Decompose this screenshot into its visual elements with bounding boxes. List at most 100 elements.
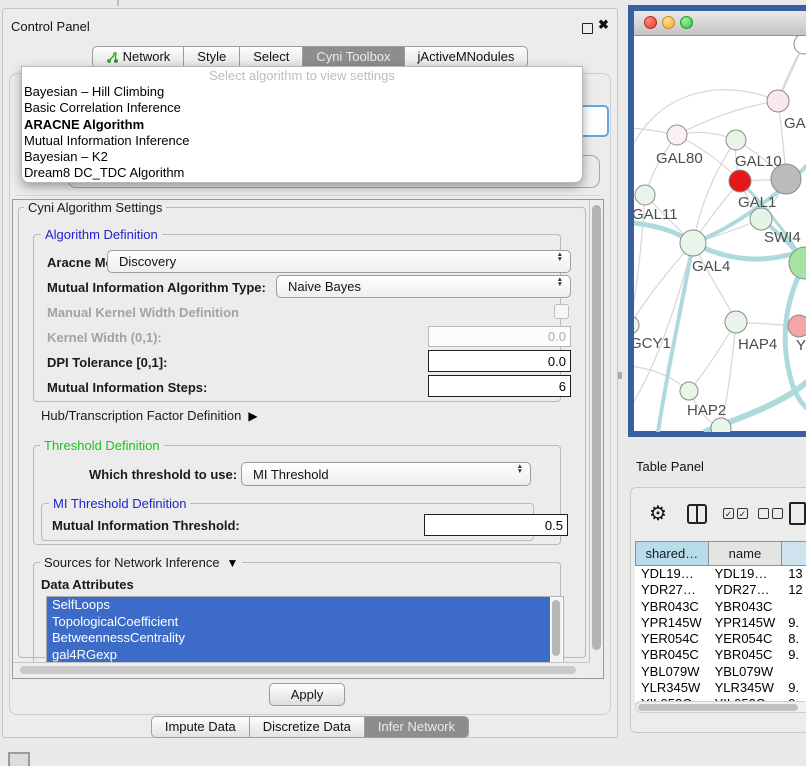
float-window-button[interactable] <box>582 23 593 34</box>
table-row[interactable]: YBR043CYBR043C <box>635 599 806 615</box>
scrollbar-thumb[interactable] <box>638 704 798 711</box>
network-teal-edges <box>634 158 806 432</box>
table-row[interactable]: YLR345WYLR345W9. <box>635 680 806 696</box>
node-gal-cut[interactable] <box>767 90 789 112</box>
node-unlabeled-top[interactable] <box>794 36 806 54</box>
table-panel-window: ⚙ ✓ ✓ shared… name YDL19…YDL19…13 YDR27…… <box>630 487 806 733</box>
minimized-panel-icon[interactable] <box>8 752 30 766</box>
mi-steps-field[interactable] <box>428 375 571 397</box>
tab-infer-network[interactable]: Infer Network <box>364 716 469 738</box>
checked-checkbox-icon[interactable]: ✓ <box>737 508 748 519</box>
mi-threshold-field[interactable] <box>424 514 568 536</box>
column-header-shared-name[interactable]: shared… <box>635 542 709 565</box>
table-row[interactable]: YPR145WYPR145W9. <box>635 615 806 631</box>
column-header-cut[interactable] <box>782 542 806 565</box>
list-item-gal4rgexp[interactable]: gal4RGexp <box>47 647 550 664</box>
label-gal80: GAL80 <box>656 150 703 167</box>
kernel-width-field[interactable] <box>428 326 571 347</box>
table-row[interactable]: YDR27…YDR27…12 <box>635 582 806 598</box>
tab-jactivemnodules[interactable]: jActiveMNodules <box>404 46 529 68</box>
node-gal1[interactable] <box>729 170 751 192</box>
network-window-titlebar[interactable] <box>634 11 806 36</box>
combo-arrows-icon: ▲▼ <box>557 252 563 262</box>
node-gal4[interactable] <box>680 230 706 256</box>
network-graph[interactable]: GAL GAL80 GAL10 GAL1 GAL11 SWI4 GAL4 GCY… <box>634 36 806 432</box>
algorithm-option-dream8[interactable]: Dream8 DC_TDC Algorithm <box>22 165 582 181</box>
tab-discretize-data[interactable]: Discretize Data <box>249 716 365 738</box>
table-panel-title: Table Panel <box>636 459 704 474</box>
threshold-definition-title: Threshold Definition <box>40 438 164 453</box>
node-gal10[interactable] <box>726 130 746 150</box>
label-gcy1: GCY1 <box>634 335 671 352</box>
table-horizontal-scrollbar[interactable] <box>635 701 806 713</box>
label-hap4: HAP4 <box>738 336 777 353</box>
list-item-selfloops[interactable]: SelfLoops <box>47 597 550 614</box>
network-tab-icon <box>106 51 119 64</box>
table-rows: YDL19…YDL19…13 YDR27…YDR27…12 YBR043CYBR… <box>635 566 806 702</box>
table-row[interactable]: YBL079WYBL079W <box>635 664 806 680</box>
node-y-cut[interactable] <box>788 315 806 337</box>
checked-checkbox-icon[interactable]: ✓ <box>723 508 734 519</box>
mi-steps-label: Mutual Information Steps: <box>47 380 207 395</box>
algorithm-definition-title: Algorithm Definition <box>41 227 162 242</box>
dpi-tolerance-label: DPI Tolerance [0,1]: <box>47 355 167 370</box>
node-gal80[interactable] <box>667 125 687 145</box>
scrollbar-thumb[interactable] <box>20 666 576 674</box>
close-window-button[interactable]: ✖ <box>598 17 609 33</box>
algorithm-option-basic-correlation[interactable]: Basic Correlation Inference <box>22 100 582 116</box>
sources-title[interactable]: Sources for Network Inference ▼ <box>40 555 242 570</box>
tab-network[interactable]: Network <box>92 46 185 68</box>
settings-vertical-scrollbar[interactable] <box>589 200 603 662</box>
control-panel-window: Control Panel ✖ Network Style Select Cyn… <box>2 8 618 738</box>
node-gcy1[interactable] <box>634 316 639 334</box>
settings-horizontal-scrollbar[interactable] <box>13 662 589 677</box>
column-header-name[interactable]: name <box>709 542 783 565</box>
zoom-traffic-light[interactable] <box>680 16 693 29</box>
algorithm-option-aracne[interactable]: ARACNE Algorithm <box>22 117 582 133</box>
table-row[interactable]: YBR045CYBR045C9. <box>635 647 806 663</box>
mi-algorithm-type-combo[interactable]: Naive Bayes ▲▼ <box>276 275 571 298</box>
apply-button[interactable]: Apply <box>269 683 345 706</box>
combo-arrows-icon: ▲▼ <box>557 277 563 287</box>
algorithm-option-mutual-information[interactable]: Mutual Information Inference <box>22 133 582 149</box>
table-row[interactable]: YDL19…YDL19…13 <box>635 566 806 582</box>
attributes-list-scrollbar[interactable] <box>551 598 562 663</box>
hub-tf-definition-toggle[interactable]: Hub/Transcription Factor Definition ▶ <box>41 408 258 423</box>
algorithm-option-bayesian-k2[interactable]: Bayesian – K2 <box>22 149 582 165</box>
split-columns-icon[interactable] <box>687 504 707 524</box>
unchecked-checkbox-icon[interactable] <box>772 508 783 519</box>
list-item-betweennesscentrality[interactable]: BetweennessCentrality <box>47 630 550 647</box>
cyni-bottom-tabbar: Impute Data Discretize Data Infer Networ… <box>3 716 617 738</box>
scrollbar-thumb[interactable] <box>552 600 560 656</box>
list-item-topologicalcoefficient[interactable]: TopologicalCoefficient <box>47 614 550 631</box>
label-gal10: GAL10 <box>735 153 782 170</box>
node-swi4[interactable] <box>750 208 772 230</box>
table-row[interactable]: YER054CYER054C8. <box>635 631 806 647</box>
scrollbar-thumb[interactable] <box>592 205 601 650</box>
data-attributes-list[interactable]: SelfLoops TopologicalCoefficient Between… <box>46 596 564 665</box>
tab-cyni-toolbox[interactable]: Cyni Toolbox <box>302 46 404 68</box>
node-hap2[interactable] <box>680 382 698 400</box>
tab-select[interactable]: Select <box>239 46 303 68</box>
node-gal11[interactable] <box>635 185 655 205</box>
document-icon[interactable] <box>789 502 806 525</box>
table-header-row: shared… name <box>635 541 806 566</box>
minimize-traffic-light[interactable] <box>662 16 675 29</box>
gear-icon[interactable]: ⚙ <box>649 501 667 526</box>
panel-divider-handle[interactable] <box>618 372 622 379</box>
node-table: shared… name YDL19…YDL19…13 YDR27…YDR27…… <box>635 541 806 702</box>
tab-style[interactable]: Style <box>183 46 240 68</box>
aracne-mode-combo[interactable]: Discovery ▲▼ <box>107 250 571 273</box>
mi-threshold-label: Mutual Information Threshold: <box>52 518 240 533</box>
close-traffic-light[interactable] <box>644 16 657 29</box>
tab-network-label: Network <box>123 47 171 67</box>
which-threshold-combo[interactable]: MI Threshold ▲▼ <box>241 462 531 486</box>
cyni-algorithm-settings-title: Cyni Algorithm Settings <box>24 200 166 215</box>
tab-impute-data[interactable]: Impute Data <box>151 716 250 738</box>
algorithm-option-bayesian-hill-climbing[interactable]: Bayesian – Hill Climbing <box>22 84 582 100</box>
dpi-tolerance-field[interactable] <box>428 350 571 372</box>
unchecked-checkbox-icon[interactable] <box>758 508 769 519</box>
cyni-settings-scrollpane: Cyni Algorithm Settings Algorithm Defini… <box>12 199 604 679</box>
node-hap4[interactable] <box>725 311 747 333</box>
manual-kernel-width-checkbox[interactable] <box>554 304 569 319</box>
